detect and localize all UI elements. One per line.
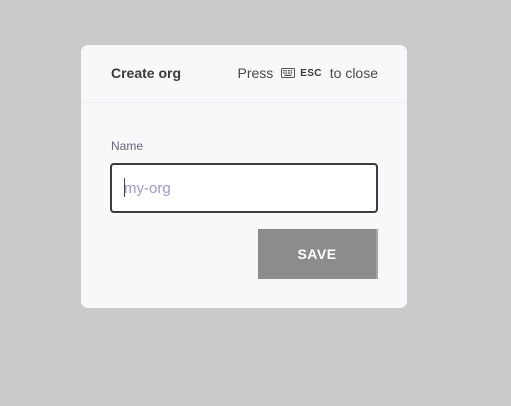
keyboard-icon	[281, 68, 296, 78]
name-input[interactable]	[110, 163, 378, 213]
close-hint: Press ESC to close	[237, 65, 378, 81]
close-hint-suffix: to close	[329, 65, 378, 81]
create-org-modal: Create org Press ESC to close Name SAVE	[81, 45, 407, 308]
modal-title: Create org	[111, 65, 182, 81]
modal-header: Create org Press ESC to close	[81, 45, 407, 103]
esc-key: ESC	[300, 67, 322, 79]
name-label: Name	[111, 139, 144, 153]
save-button[interactable]: SAVE	[258, 229, 378, 279]
text-caret	[124, 178, 125, 197]
close-hint-prefix: Press	[237, 65, 274, 81]
